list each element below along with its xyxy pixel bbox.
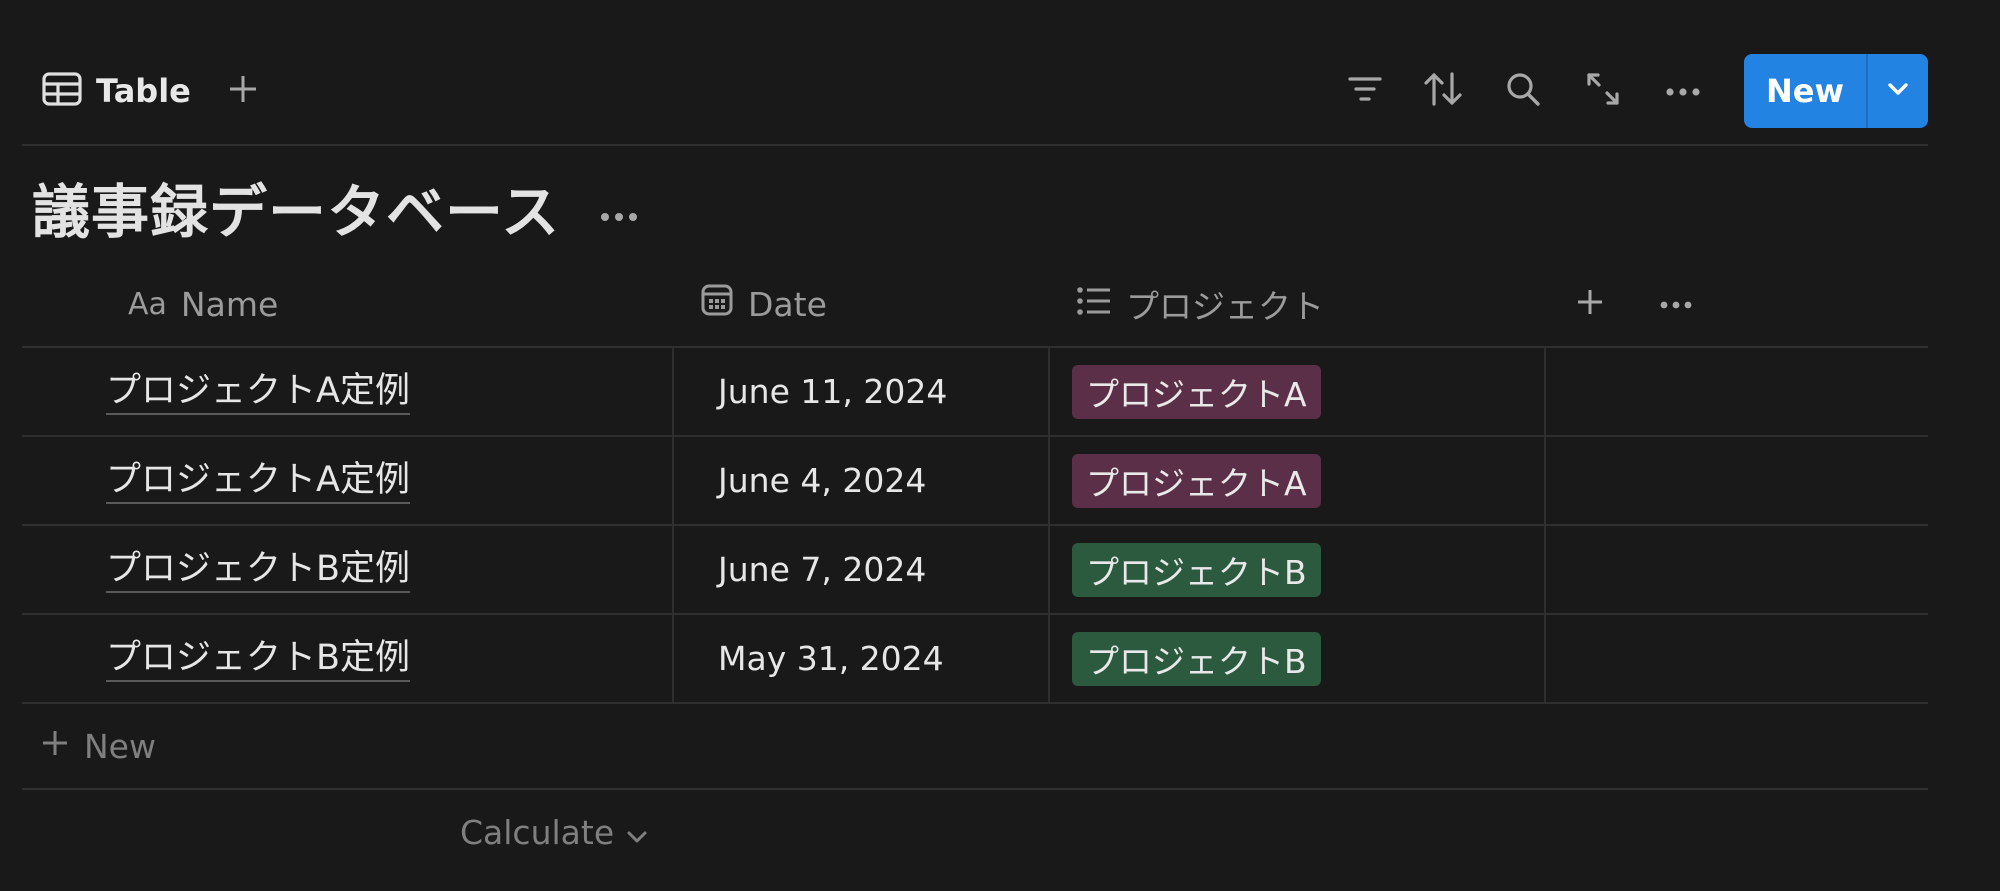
table-row: プロジェクトB定例 May 31, 2024 プロジェクトB bbox=[22, 615, 1928, 704]
chevron-down-icon bbox=[1886, 81, 1910, 101]
table-row: プロジェクトA定例 June 4, 2024 プロジェクトA bbox=[22, 437, 1928, 526]
table-row: プロジェクトB定例 June 7, 2024 プロジェクトB bbox=[22, 526, 1928, 615]
table-icon bbox=[42, 72, 82, 110]
list-icon bbox=[1076, 285, 1112, 324]
plus-icon bbox=[1575, 287, 1605, 321]
filter-button[interactable] bbox=[1342, 68, 1388, 114]
sort-button[interactable] bbox=[1420, 68, 1466, 114]
view-tab-table[interactable]: Table bbox=[42, 70, 191, 112]
project-cell[interactable]: プロジェクトA bbox=[1050, 348, 1546, 435]
column-header-label: Date bbox=[748, 284, 827, 324]
date-cell[interactable]: May 31, 2024 bbox=[674, 615, 1050, 702]
column-header-project[interactable]: プロジェクト bbox=[1076, 262, 1324, 346]
view-toolbar: Table New bbox=[22, 44, 1928, 146]
expand-icon bbox=[1585, 71, 1621, 111]
project-cell[interactable]: プロジェクトB bbox=[1050, 526, 1546, 613]
new-button[interactable]: New bbox=[1744, 54, 1866, 128]
date-cell[interactable]: June 7, 2024 bbox=[674, 526, 1050, 613]
plus-icon bbox=[40, 727, 70, 766]
column-header-label: プロジェクト bbox=[1126, 287, 1324, 326]
calculate-button[interactable]: Calculate bbox=[460, 810, 648, 854]
table-header: Aa Name Date プロジェクト bbox=[22, 262, 1928, 348]
project-tag[interactable]: プロジェクトA bbox=[1072, 453, 1321, 508]
add-property-button[interactable] bbox=[1568, 282, 1612, 326]
add-row: New bbox=[22, 704, 1928, 790]
more-options-button[interactable] bbox=[1660, 68, 1706, 114]
table-row: プロジェクトA定例 June 11, 2024 プロジェクトA bbox=[22, 348, 1928, 437]
view-tab-label: Table bbox=[96, 72, 191, 110]
search-icon bbox=[1505, 71, 1541, 111]
project-tag[interactable]: プロジェクトB bbox=[1072, 542, 1321, 597]
name-cell[interactable]: プロジェクトA定例 bbox=[22, 437, 674, 524]
more-icon bbox=[599, 207, 639, 226]
add-row-button[interactable]: New bbox=[40, 727, 156, 766]
name-cell[interactable]: プロジェクトB定例 bbox=[22, 526, 674, 613]
date-value: May 31, 2024 bbox=[718, 639, 944, 678]
page-link[interactable]: プロジェクトA定例 bbox=[106, 369, 410, 415]
name-cell[interactable]: プロジェクトB定例 bbox=[22, 615, 674, 702]
title-more-button[interactable] bbox=[594, 196, 644, 236]
calendar-icon bbox=[700, 283, 734, 325]
project-tag[interactable]: プロジェクトB bbox=[1072, 631, 1321, 686]
add-view-button[interactable] bbox=[222, 70, 264, 112]
database-table: Aa Name Date プロジェクト プロジェクトA定例 June 11, 2… bbox=[22, 262, 1928, 876]
page-link[interactable]: プロジェクトB定例 bbox=[106, 547, 411, 593]
sort-icon bbox=[1423, 71, 1463, 111]
calculate-row: Calculate bbox=[22, 790, 1928, 876]
project-cell[interactable]: プロジェクトA bbox=[1050, 437, 1546, 524]
more-icon bbox=[1659, 295, 1693, 314]
project-tag[interactable]: プロジェクトA bbox=[1072, 364, 1321, 419]
column-header-label: Name bbox=[180, 284, 279, 324]
new-button-group: New bbox=[1744, 54, 1928, 128]
filter-icon bbox=[1348, 74, 1382, 108]
project-cell[interactable]: プロジェクトB bbox=[1050, 615, 1546, 702]
page-link[interactable]: プロジェクトA定例 bbox=[106, 458, 410, 504]
calculate-label: Calculate bbox=[460, 812, 615, 852]
plus-icon bbox=[227, 73, 259, 109]
column-header-date[interactable]: Date bbox=[700, 262, 827, 346]
add-row-label: New bbox=[84, 726, 156, 766]
chevron-down-icon bbox=[626, 813, 648, 852]
expand-button[interactable] bbox=[1580, 68, 1626, 114]
date-value: June 7, 2024 bbox=[718, 550, 927, 589]
name-cell[interactable]: プロジェクトA定例 bbox=[22, 348, 674, 435]
notion-table-view: Table New 議事録データベース Aa Name Date プロジェクト … bbox=[0, 0, 2000, 891]
header-more-button[interactable] bbox=[1654, 282, 1698, 326]
new-dropdown-button[interactable] bbox=[1868, 54, 1928, 128]
search-button[interactable] bbox=[1500, 68, 1546, 114]
column-header-name[interactable]: Aa Name bbox=[128, 262, 278, 346]
date-value: June 4, 2024 bbox=[718, 461, 927, 500]
more-icon bbox=[1665, 82, 1701, 101]
date-cell[interactable]: June 4, 2024 bbox=[674, 437, 1050, 524]
date-value: June 11, 2024 bbox=[718, 372, 948, 411]
date-cell[interactable]: June 11, 2024 bbox=[674, 348, 1050, 435]
page-link[interactable]: プロジェクトB定例 bbox=[106, 636, 411, 682]
text-property-icon: Aa bbox=[128, 286, 167, 322]
database-title[interactable]: 議事録データベース bbox=[32, 172, 560, 252]
